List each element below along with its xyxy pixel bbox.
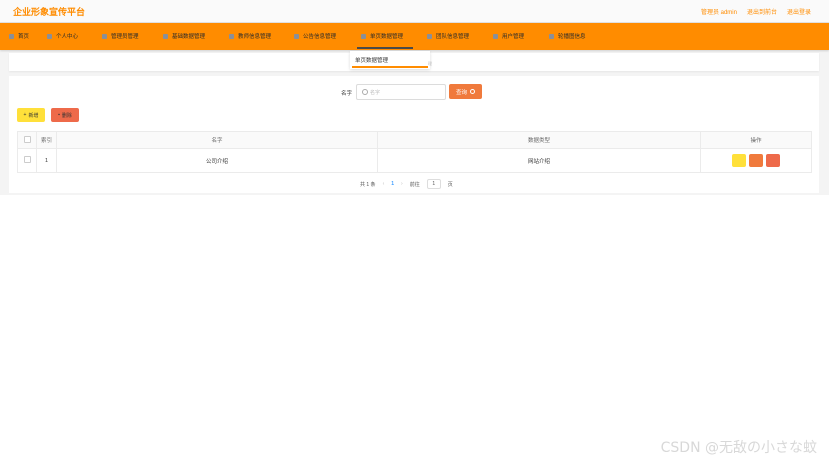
- users-icon: [493, 33, 498, 39]
- top-bar: 企业形象宣传平台 管理员 admin 退出到前台 退出登录: [0, 0, 829, 23]
- add-button-label: 新增: [28, 112, 39, 119]
- pager-goto-input[interactable]: 1: [426, 179, 441, 189]
- checkbox-icon[interactable]: [23, 156, 31, 163]
- nav-item-teachers[interactable]: 教师信息管理: [229, 32, 271, 40]
- row-index: 1: [36, 148, 57, 173]
- row-delete-button[interactable]: [766, 154, 780, 167]
- top-right-links: 管理员 admin 退出到前台 退出登录: [701, 7, 811, 16]
- header-index: 索引: [36, 131, 57, 149]
- table-row: 1 公司介绍 网站介绍: [17, 148, 812, 173]
- dropdown-tail-text: 理: [428, 61, 432, 66]
- pagination: 共 1 条 ‹ 1 › 前往 1 页: [360, 179, 453, 189]
- header-name: 名字: [56, 131, 378, 149]
- data-icon: [163, 33, 168, 39]
- checkbox-icon[interactable]: [23, 135, 31, 143]
- nav-item-carousel[interactable]: 轮播图信息: [549, 32, 586, 40]
- search-icon: [362, 89, 368, 95]
- watermark: CSDN @无敌の小さな蚊: [660, 440, 817, 456]
- search-input[interactable]: 名字: [356, 84, 446, 100]
- plus-icon: +: [23, 112, 27, 118]
- row-name: 公司介绍: [56, 148, 378, 173]
- table-header-row: 索引 名字 数据类型 操作: [17, 131, 812, 149]
- team-icon: [427, 33, 432, 39]
- nav-item-notices[interactable]: 公告信息管理: [294, 32, 336, 40]
- pager-total: 共 1 条: [360, 181, 376, 188]
- dropdown-active-bar: [352, 66, 428, 68]
- search-button-label: 查询: [455, 89, 467, 96]
- image-icon: [549, 33, 554, 39]
- pager-prev-button[interactable]: ‹: [383, 181, 385, 187]
- add-button[interactable]: + 新增: [17, 108, 45, 122]
- admin-label: 管理员 admin: [700, 10, 737, 16]
- search-placeholder: 名字: [370, 90, 381, 96]
- app-title: 企业形象宣传平台: [13, 8, 86, 18]
- back-to-front-link[interactable]: 退出到前台: [747, 7, 777, 16]
- dropdown-item-single-page[interactable]: 单页数据管理: [355, 56, 388, 64]
- nav-item-single-page[interactable]: 单页数据管理: [356, 32, 414, 49]
- teacher-icon: [229, 33, 234, 39]
- header-actions: 操作: [700, 131, 812, 149]
- main-nav: 首页 个人中心 管理员管理 基础数据管理 教师信息管理 公告信息管理 单页数据管…: [0, 23, 829, 50]
- row-type: 网站介绍: [377, 148, 701, 173]
- pager-next-button[interactable]: ›: [401, 181, 403, 187]
- page-icon: [361, 33, 366, 39]
- row-select[interactable]: [17, 148, 37, 173]
- trash-icon: ▪: [58, 112, 60, 118]
- user-icon: [47, 33, 52, 39]
- home-icon: [9, 33, 14, 39]
- nav-item-base-data[interactable]: 基础数据管理: [163, 32, 205, 40]
- row-actions: [700, 148, 812, 173]
- header-select-all[interactable]: [17, 131, 37, 149]
- header-type: 数据类型: [377, 131, 701, 149]
- logout-link[interactable]: 退出登录: [787, 7, 811, 16]
- detail-button[interactable]: [732, 154, 746, 167]
- nav-item-profile[interactable]: 个人中心: [47, 32, 78, 40]
- search-button-icon: [470, 89, 475, 94]
- pager-current-page[interactable]: 1: [391, 181, 394, 187]
- admin-icon: [102, 33, 107, 39]
- pager-goto-label: 前往: [409, 181, 420, 188]
- delete-button-label: 删除: [61, 112, 72, 119]
- nav-dropdown: 单页数据管理: [350, 51, 430, 69]
- nav-item-home[interactable]: 首页: [9, 32, 29, 40]
- data-table: 索引 名字 数据类型 操作 1 公司介绍 网站介绍: [17, 131, 812, 173]
- nav-item-teams[interactable]: 团队信息管理: [427, 32, 469, 40]
- edit-button[interactable]: [749, 154, 763, 167]
- pager-page-unit: 页: [447, 181, 453, 188]
- search-button[interactable]: 查询: [449, 84, 482, 99]
- notice-icon: [294, 33, 299, 39]
- nav-item-admins[interactable]: 管理员管理: [102, 32, 139, 40]
- delete-button[interactable]: ▪ 删除: [51, 108, 79, 122]
- search-label: 名字: [341, 91, 353, 97]
- nav-item-users[interactable]: 用户管理: [493, 32, 524, 40]
